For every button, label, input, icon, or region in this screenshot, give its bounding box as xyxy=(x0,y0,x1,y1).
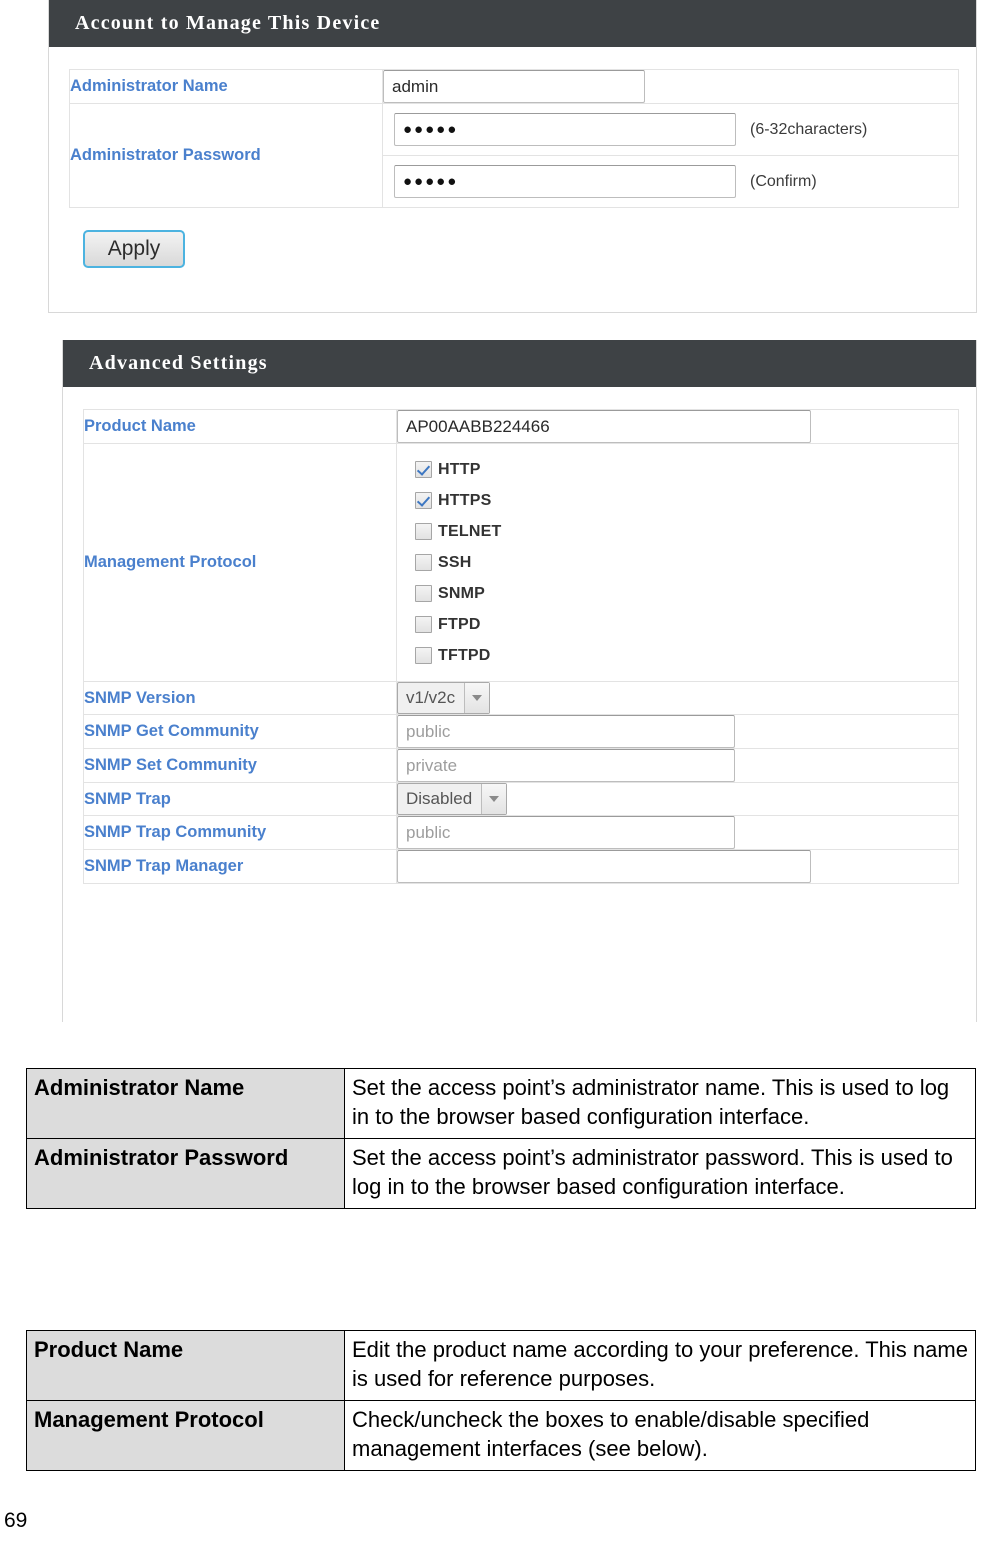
snmp-trap-select[interactable]: Disabled xyxy=(397,783,508,815)
table-row-administrator-name: Administrator Name admin xyxy=(69,69,959,104)
table-row: Product Name Edit the product name accord… xyxy=(26,1329,976,1402)
snmp-get-community-label: SNMP Get Community xyxy=(83,714,397,749)
password-length-hint: (6-32characters) xyxy=(750,120,868,138)
table-row-snmp-set-community: SNMP Set Community private xyxy=(83,748,959,783)
account-form-table: Administrator Name admin Administrator P… xyxy=(69,69,959,208)
checkbox-telnet-unchecked-icon[interactable] xyxy=(415,523,432,540)
documentation-table-advanced: Product Name Edit the product name accord… xyxy=(26,1329,976,1472)
snmp-trap-manager-label: SNMP Trap Manager xyxy=(83,849,397,884)
administrator-password-cell: ●●●●● (6-32characters) ●●●●● (Confirm) xyxy=(382,103,959,208)
administrator-password-label: Administrator Password xyxy=(69,103,383,208)
table-row-product-name: Product Name AP00AABB224466 xyxy=(83,409,959,444)
documentation-table-account: Administrator Name Set the access point’s… xyxy=(26,1067,976,1210)
product-name-cell: AP00AABB224466 xyxy=(396,409,959,444)
snmp-trap-community-cell: public xyxy=(396,815,959,850)
snmp-trap-manager-cell xyxy=(396,849,959,884)
snmp-trap-manager-input[interactable] xyxy=(397,850,811,883)
chevron-down-icon[interactable] xyxy=(481,784,507,814)
protocol-option-ssh[interactable]: SSH xyxy=(415,547,958,578)
password-confirm-hint: (Confirm) xyxy=(750,172,817,190)
protocol-label: TELNET xyxy=(438,522,502,540)
protocol-option-telnet[interactable]: TELNET xyxy=(415,516,958,547)
snmp-set-community-input[interactable]: private xyxy=(397,749,735,782)
checkbox-snmp-unchecked-icon[interactable] xyxy=(415,585,432,602)
password-confirm-row: ●●●●● (Confirm) xyxy=(383,156,958,207)
checkbox-tftpd-unchecked-icon[interactable] xyxy=(415,647,432,664)
doc-term: Administrator Name xyxy=(26,1067,345,1140)
doc-term: Management Protocol xyxy=(26,1400,345,1472)
administrator-name-label: Administrator Name xyxy=(69,69,383,104)
advanced-settings-panel-header: Advanced Settings xyxy=(63,340,976,387)
account-panel-body: Administrator Name admin Administrator P… xyxy=(49,47,976,294)
page-number: 69 xyxy=(4,1509,28,1532)
apply-button-wrap: Apply xyxy=(69,208,956,294)
protocol-label: FTPD xyxy=(438,615,481,633)
table-row-management-protocol: Management Protocol HTTP HTTPS TELNET SSH SN… xyxy=(83,443,959,682)
table-row-snmp-trap-manager: SNMP Trap Manager xyxy=(83,849,959,884)
administrator-password-input[interactable]: ●●●●● xyxy=(394,113,736,146)
password-dots: ●●●●● xyxy=(403,121,459,138)
protocol-label: SSH xyxy=(438,553,472,571)
protocol-option-http[interactable]: HTTP xyxy=(415,454,958,485)
administrator-name-cell: admin xyxy=(382,69,959,104)
checkbox-ftpd-unchecked-icon[interactable] xyxy=(415,616,432,633)
protocol-option-https[interactable]: HTTPS xyxy=(415,485,958,516)
table-row-snmp-trap: SNMP Trap Disabled xyxy=(83,782,959,816)
checkbox-ssh-unchecked-icon[interactable] xyxy=(415,554,432,571)
table-row: Management Protocol Check/uncheck the box… xyxy=(26,1400,976,1472)
doc-term: Administrator Password xyxy=(26,1138,345,1210)
protocol-option-snmp[interactable]: SNMP xyxy=(415,578,958,609)
snmp-get-community-cell: public xyxy=(396,714,959,749)
advanced-settings-form-table: Product Name AP00AABB224466 Management P… xyxy=(83,409,959,884)
protocol-option-ftpd[interactable]: FTPD xyxy=(415,609,958,640)
account-panel-header: Account to Manage This Device xyxy=(49,0,976,47)
snmp-trap-selected-value: Disabled xyxy=(406,789,473,808)
protocol-checkbox-list: HTTP HTTPS TELNET SSH SNMP FTPD TFTPD xyxy=(397,444,958,681)
password-row: ●●●●● (6-32characters) xyxy=(383,104,958,156)
administrator-password-confirm-input[interactable]: ●●●●● xyxy=(394,165,736,198)
protocol-label: SNMP xyxy=(438,584,486,602)
snmp-set-community-label: SNMP Set Community xyxy=(83,748,397,783)
protocol-label: HTTP xyxy=(438,460,481,478)
snmp-version-cell: v1/v2c xyxy=(396,681,959,715)
table-row-snmp-trap-community: SNMP Trap Community public xyxy=(83,815,959,850)
product-name-label: Product Name xyxy=(83,409,397,444)
table-row-snmp-get-community: SNMP Get Community public xyxy=(83,714,959,749)
doc-description: Edit the product name according to your … xyxy=(344,1329,976,1402)
table-row: Administrator Name Set the access point’s… xyxy=(26,1067,976,1140)
management-protocol-cell: HTTP HTTPS TELNET SSH SNMP FTPD TFTPD xyxy=(396,443,959,682)
account-panel: Account to Manage This Device Administra… xyxy=(48,0,977,313)
snmp-version-label: SNMP Version xyxy=(83,681,397,715)
apply-button[interactable]: Apply xyxy=(83,230,185,268)
table-row: Administrator Password Set the access poi… xyxy=(26,1138,976,1210)
password-confirm-dots: ●●●●● xyxy=(403,173,459,190)
snmp-set-community-cell: private xyxy=(396,748,959,783)
checkbox-https-checked-icon[interactable] xyxy=(415,492,432,509)
snmp-trap-community-label: SNMP Trap Community xyxy=(83,815,397,850)
snmp-version-select[interactable]: v1/v2c xyxy=(397,682,491,714)
snmp-trap-community-input[interactable]: public xyxy=(397,816,735,849)
doc-description: Check/uncheck the boxes to enable/disabl… xyxy=(344,1400,976,1472)
checkbox-http-checked-icon[interactable] xyxy=(415,461,432,478)
snmp-get-community-input[interactable]: public xyxy=(397,715,735,748)
advanced-settings-panel-body: Product Name AP00AABB224466 Management P… xyxy=(63,387,976,884)
table-row-administrator-password: Administrator Password ●●●●● (6-32charac… xyxy=(69,103,959,208)
snmp-trap-cell: Disabled xyxy=(396,782,959,816)
administrator-name-input[interactable]: admin xyxy=(383,70,645,103)
protocol-label: TFTPD xyxy=(438,646,491,664)
table-row-snmp-version: SNMP Version v1/v2c xyxy=(83,681,959,715)
snmp-version-selected-value: v1/v2c xyxy=(406,688,456,707)
advanced-settings-panel: Advanced Settings Product Name AP00AABB2… xyxy=(62,340,977,1022)
doc-description: Set the access point’s administrator nam… xyxy=(344,1067,976,1140)
chevron-down-icon[interactable] xyxy=(464,683,490,713)
protocol-label: HTTPS xyxy=(438,491,492,509)
protocol-option-tftpd[interactable]: TFTPD xyxy=(415,640,958,671)
doc-description: Set the access point’s administrator pas… xyxy=(344,1138,976,1210)
snmp-trap-label: SNMP Trap xyxy=(83,782,397,816)
product-name-input[interactable]: AP00AABB224466 xyxy=(397,410,811,443)
doc-term: Product Name xyxy=(26,1329,345,1402)
management-protocol-label: Management Protocol xyxy=(83,443,397,682)
